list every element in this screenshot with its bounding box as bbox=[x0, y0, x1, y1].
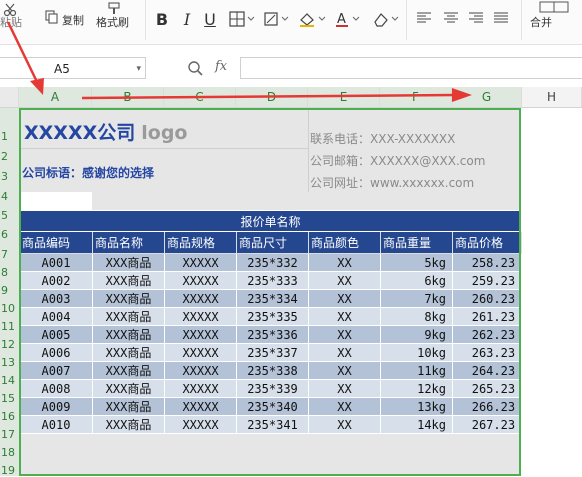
annotation-arrows bbox=[6, 21, 472, 102]
